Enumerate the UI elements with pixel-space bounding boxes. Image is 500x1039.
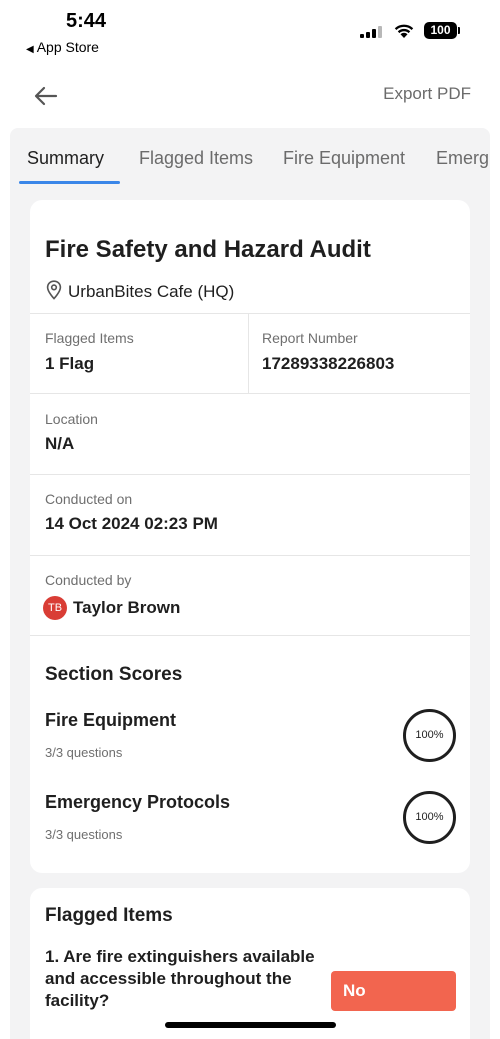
conducted-on-label: Conducted on (45, 491, 133, 507)
cellular-signal-icon (360, 26, 382, 38)
tab-emergency[interactable]: Emerg (436, 148, 489, 169)
back-arrow-icon[interactable] (32, 82, 60, 110)
summary-card: Fire Safety and Hazard Audit UrbanBites … (30, 200, 470, 873)
divider (30, 313, 470, 314)
status-bar: 5:44 ◀ App Store 100 (0, 0, 500, 62)
wifi-icon (394, 24, 414, 38)
report-number-value: 17289338226803 (262, 354, 395, 373)
status-time: 5:44 (66, 10, 107, 32)
report-number-label: Report Number (262, 330, 358, 346)
back-to-app-store-link[interactable]: ◀ App Store (26, 39, 99, 55)
nav-bar: Export PDF (0, 62, 500, 128)
divider (248, 313, 249, 393)
avatar: TB (43, 596, 67, 620)
score-name-fire-equipment[interactable]: Fire Equipment (45, 710, 176, 731)
score-questions-emergency-protocols: 3/3 questions (45, 827, 123, 842)
flagged-items-heading: Flagged Items (45, 905, 173, 926)
flagged-items-value: 1 Flag (45, 354, 95, 373)
score-ring-fire-equipment: 100% (403, 709, 456, 762)
answer-badge[interactable]: No (331, 971, 456, 1011)
export-pdf-button[interactable]: Export PDF (383, 84, 471, 104)
flagged-items-label: Flagged Items (45, 330, 134, 346)
site-name: UrbanBites Cafe (HQ) (68, 282, 235, 301)
tab-bar: Summary Flagged Items Fire Equipment Eme… (10, 128, 490, 186)
report-content[interactable]: Summary Flagged Items Fire Equipment Eme… (10, 128, 490, 1039)
back-triangle-icon: ◀ (26, 44, 34, 55)
score-ring-emergency-protocols: 100% (403, 791, 456, 844)
score-name-emergency-protocols[interactable]: Emergency Protocols (45, 792, 230, 813)
location-label: Location (45, 411, 98, 427)
conducted-by-name: Taylor Brown (73, 598, 181, 617)
tab-fire-equipment[interactable]: Fire Equipment (283, 148, 405, 169)
conducted-by-label: Conducted by (45, 572, 132, 588)
flagged-items-card: Flagged Items 1. Are fire extinguishers … (30, 888, 470, 1039)
divider (30, 635, 470, 636)
location-value: N/A (45, 434, 75, 453)
battery-indicator: 100 (424, 22, 460, 39)
score-questions-fire-equipment: 3/3 questions (45, 745, 123, 760)
conducted-on-value: 14 Oct 2024 02:23 PM (45, 514, 218, 533)
location-pin-icon (46, 280, 62, 300)
flagged-question: 1. Are fire extinguishers available and … (45, 947, 315, 1010)
tab-flagged-items[interactable]: Flagged Items (139, 148, 253, 169)
home-indicator[interactable] (165, 1022, 336, 1028)
divider (30, 474, 470, 475)
divider (30, 555, 470, 556)
divider (30, 393, 470, 394)
back-app-label: App Store (36, 39, 99, 55)
section-scores-heading: Section Scores (45, 664, 183, 685)
tab-summary[interactable]: Summary (27, 148, 104, 169)
report-title: Fire Safety and Hazard Audit (45, 236, 371, 263)
active-tab-indicator (19, 181, 120, 184)
